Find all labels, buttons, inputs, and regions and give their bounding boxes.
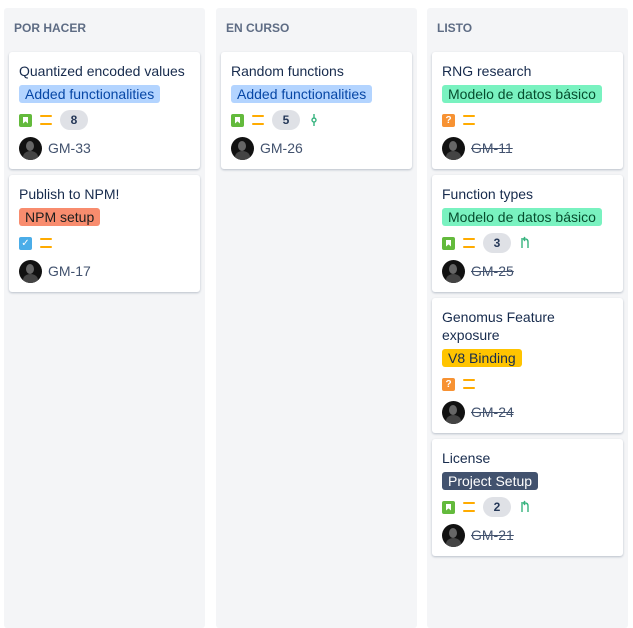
card-title: Function types: [442, 186, 534, 202]
story-points-badge: 3: [483, 233, 511, 253]
spike-icon: ?: [442, 377, 455, 391]
story-points-badge: 8: [60, 110, 88, 130]
card-title: Genomus Feature exposure: [442, 309, 555, 343]
epic-label: Modelo de datos básico: [442, 208, 602, 226]
priority-medium-icon: [40, 238, 52, 248]
column-por-hacer: POR HACER Quantized encoded values Added …: [4, 8, 205, 628]
card-meta-row: ?: [442, 373, 613, 395]
card-footer: GM-17: [19, 259, 190, 283]
issue-card[interactable]: Function types Modelo de datos básico 3 GM-…: [432, 175, 623, 292]
column-title: LISTO: [437, 21, 473, 35]
column-en-curso: EN CURSO Random functions Added functiona…: [216, 8, 417, 628]
epic-label: Project Setup: [442, 472, 539, 490]
epic-label: Added functionalities: [231, 85, 373, 103]
story-points-badge: 2: [483, 497, 511, 517]
card-meta-row: 3: [442, 232, 613, 254]
story-icon: [442, 500, 455, 514]
task-icon: ✓: [19, 236, 32, 250]
issue-key[interactable]: GM-33: [48, 140, 91, 156]
issue-key[interactable]: GM-11: [471, 140, 513, 156]
issue-key[interactable]: GM-24: [471, 404, 514, 420]
avatar[interactable]: [231, 136, 254, 160]
story-icon: [442, 236, 455, 250]
priority-medium-icon: [463, 238, 475, 248]
avatar[interactable]: [442, 523, 465, 547]
epic-label: Added functionalities: [19, 85, 161, 103]
card-meta-row: 8: [19, 109, 190, 131]
story-points-badge: 5: [272, 110, 300, 130]
issue-key[interactable]: GM-25: [471, 263, 514, 279]
avatar[interactable]: [442, 400, 465, 424]
card-meta-row: ?: [442, 109, 613, 131]
priority-medium-icon: [463, 379, 475, 389]
card-meta-row: 5: [231, 109, 402, 131]
card-title: Random functions: [231, 63, 344, 79]
card-title: License: [442, 450, 491, 466]
priority-medium-icon: [40, 115, 52, 125]
pull-request-icon: [519, 500, 531, 514]
pull-request-icon: [519, 236, 531, 250]
card-footer: GM-21: [442, 523, 613, 547]
card-title: Quantized encoded values: [19, 63, 185, 79]
issue-key[interactable]: GM-21: [471, 527, 514, 543]
column-title: POR HACER: [14, 21, 87, 35]
avatar[interactable]: [442, 136, 465, 160]
epic-label: NPM setup: [19, 208, 101, 226]
issue-card[interactable]: License Project Setup 2 GM-21: [432, 439, 623, 556]
card-footer: GM-26: [231, 136, 402, 160]
card-meta-row: 2: [442, 496, 613, 518]
issue-key[interactable]: GM-17: [48, 263, 91, 279]
issue-card[interactable]: Publish to NPM! NPM setup ✓ GM-17: [9, 175, 200, 292]
card-footer: GM-11: [442, 136, 613, 160]
epic-label: Modelo de datos básico: [442, 85, 602, 103]
issue-card[interactable]: Quantized encoded values Added functional…: [9, 52, 200, 169]
avatar[interactable]: [19, 136, 42, 160]
card-footer: GM-24: [442, 400, 613, 424]
column-listo: LISTO RNG research Modelo de datos básico…: [427, 8, 628, 628]
avatar[interactable]: [442, 259, 465, 283]
column-title: EN CURSO: [226, 21, 290, 35]
issue-card[interactable]: Random functions Added functionalities 5 GM…: [221, 52, 412, 169]
card-meta-row: ✓: [19, 232, 190, 254]
priority-medium-icon: [252, 115, 264, 125]
epic-label: V8 Binding: [442, 349, 522, 367]
issue-card[interactable]: RNG research Modelo de datos básico? GM-11: [432, 52, 623, 169]
priority-medium-icon: [463, 502, 475, 512]
commit-icon: [308, 113, 320, 127]
card-footer: GM-25: [442, 259, 613, 283]
avatar[interactable]: [19, 259, 42, 283]
issue-card[interactable]: Genomus Feature exposure V8 Binding? GM-24: [432, 298, 623, 433]
priority-medium-icon: [463, 115, 475, 125]
card-title: RNG research: [442, 63, 532, 79]
issue-key[interactable]: GM-26: [260, 140, 303, 156]
kanban-board: POR HACER Quantized encoded values Added …: [0, 0, 633, 628]
card-title: Publish to NPM!: [19, 186, 120, 202]
story-icon: [231, 113, 244, 127]
spike-icon: ?: [442, 113, 455, 127]
card-footer: GM-33: [19, 136, 190, 160]
story-icon: [19, 113, 32, 127]
